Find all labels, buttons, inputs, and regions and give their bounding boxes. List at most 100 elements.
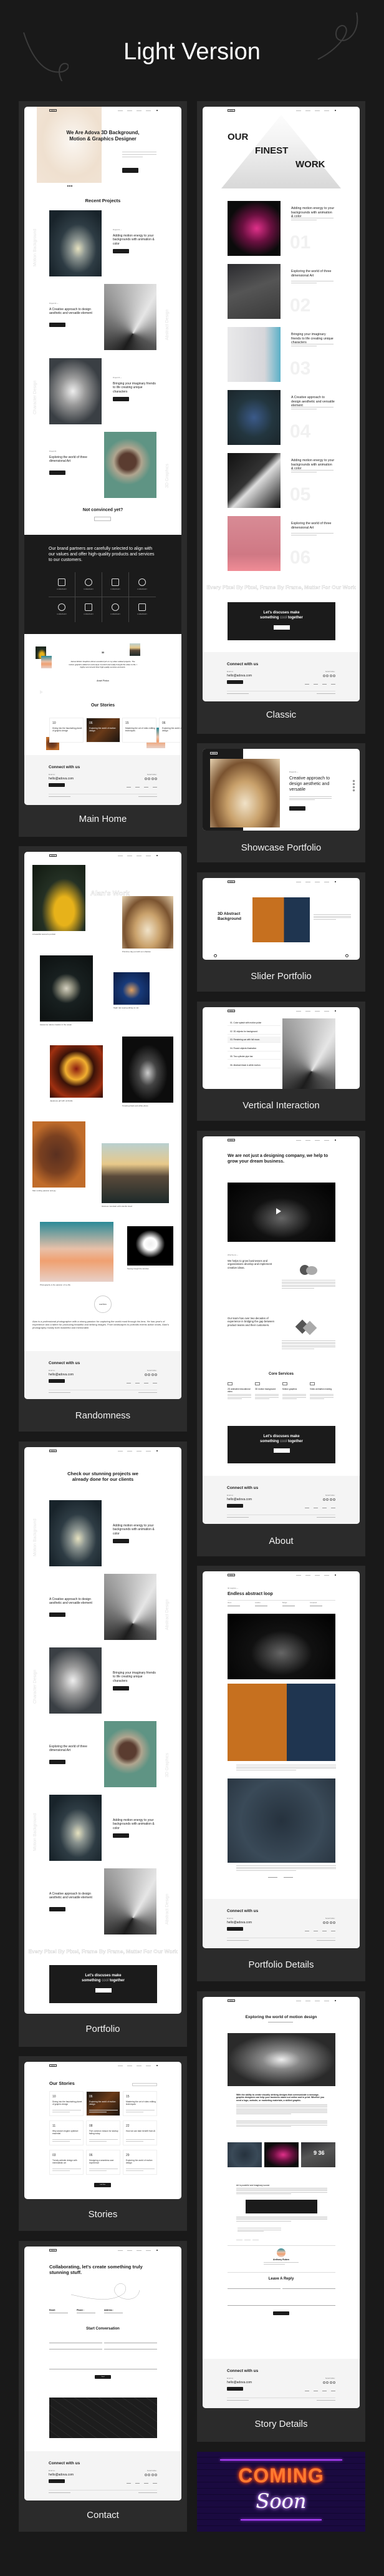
nav-menu-item[interactable] [305,110,310,111]
view-details-button[interactable] [289,806,305,811]
footer-email[interactable]: hello@adova.com [49,777,74,781]
slide-indicator[interactable] [353,789,355,791]
story-card[interactable]: 10 Diving into the fascinating planet of … [49,718,84,743]
slider-screen[interactable]: Adova 3D Abstract Background [203,878,360,960]
form-input[interactable] [104,2346,157,2349]
footer-link[interactable] [305,684,309,685]
footer-link[interactable] [322,684,327,685]
social-icon[interactable] [155,2474,157,2476]
story-card[interactable]: 08 Five common reason for startup failing… [86,2120,120,2145]
nav-menu-item[interactable] [146,110,151,111]
randomness-screen[interactable]: Adova Alan's Work A beautiful woman's port… [24,852,181,1399]
view-details-button[interactable] [49,1612,65,1617]
project-image[interactable] [104,284,156,350]
get-in-touch-button[interactable] [49,2479,65,2483]
menu-icon[interactable] [335,1574,336,1576]
social-icon[interactable] [333,2381,335,2384]
slider-label[interactable]: Slider Portfolio [197,971,365,982]
policy-links[interactable] [317,2400,335,2401]
detail-image[interactable] [228,1778,335,1863]
project-title[interactable]: Exploring the world of three dimensional… [49,1745,94,1753]
showcase-label[interactable]: Showcase Portfolio [197,842,365,853]
story-card[interactable]: 15 Mastering the art of video editing tec… [123,2091,157,2116]
gallery-photo[interactable] [102,1143,169,1203]
social-icon[interactable] [333,1498,335,1501]
social-icon[interactable] [322,675,325,677]
footer-link[interactable] [135,2483,140,2484]
slider-dot[interactable] [69,185,70,187]
load-more-button[interactable]: Load More [94,2183,111,2187]
gallery-photo[interactable] [50,1045,103,1098]
detail-image[interactable] [228,1684,335,1761]
menu-icon[interactable] [156,2065,158,2066]
tag[interactable] [244,2239,251,2241]
contact-screen[interactable]: Adova Collaborating, let's create somethi… [24,2247,181,2500]
story-details-label[interactable]: Story Details [197,2419,365,2429]
get-in-touch-button[interactable] [49,1379,65,1383]
project-title[interactable]: Exploring the world of three dimensional… [49,456,94,464]
menu-icon[interactable] [335,2000,336,2001]
story-card[interactable]: 03 Trendy website design with minimalisti… [49,2150,84,2175]
social-icon[interactable] [322,1498,325,1501]
view-details-button[interactable] [49,471,65,475]
nav-menu-item[interactable] [324,1010,329,1012]
view-details-button[interactable] [113,1833,129,1838]
project-image[interactable] [228,264,281,319]
nav-menu-item[interactable] [118,2250,123,2251]
slide-indicator[interactable] [353,783,355,785]
video-thumbnail[interactable] [228,1183,335,1242]
social-icon[interactable] [144,2474,147,2476]
view-details-button[interactable] [113,1539,129,1543]
nav-menu-item[interactable] [137,110,142,111]
slide-indicator[interactable] [353,786,355,788]
project-title[interactable]: Adding motion energy to your backgrounds… [113,1818,158,1830]
policy-links[interactable] [138,2492,157,2493]
portfolio-screen[interactable]: Adova Check our stunning projects we alre… [24,1447,181,2014]
post-comment-button[interactable] [273,2311,289,2315]
social-icon[interactable] [326,675,329,677]
project-title[interactable]: Bringing your imaginary friends to life … [113,382,158,394]
story-card[interactable]: 06 Exploring the world motion design [159,718,181,743]
next-project-link[interactable] [284,1877,293,1878]
tag[interactable] [236,2239,242,2241]
nav-menu-item[interactable] [315,1010,320,1012]
footer-email[interactable]: hello@adova.com [49,2473,74,2477]
nav-menu-item[interactable] [127,2250,132,2251]
policy-links[interactable] [317,693,335,694]
about-screen[interactable]: Adova We are not just a designing company… [203,1136,360,1524]
play-icon[interactable] [40,690,43,694]
tag[interactable] [252,2239,259,2241]
view-details-button[interactable] [113,249,129,253]
slide-image[interactable] [252,897,310,942]
nav-menu-item[interactable] [315,1139,320,1141]
gallery-photo[interactable] [32,1121,85,1188]
nav-menu-item[interactable] [146,2250,151,2251]
classic-label[interactable]: Classic [197,710,365,720]
nav-menu-item[interactable] [305,1574,310,1576]
project-title[interactable]: Exploring the world of three dimensional… [291,522,335,530]
nav-menu-item[interactable] [118,110,123,111]
play-icon[interactable] [276,1208,281,1214]
story-card[interactable]: 11 Why search engine optimize essential [49,2120,84,2145]
randomness-label[interactable]: Randomness [19,1410,187,1421]
footer-link[interactable] [127,2483,131,2484]
email-input[interactable] [282,2286,335,2289]
story-gallery-image[interactable] [228,2142,262,2167]
hero-button[interactable] [122,168,138,173]
view-details-button[interactable] [113,1686,129,1690]
name-input[interactable] [228,2286,281,2289]
menu-icon[interactable] [335,881,336,882]
nav-menu-item[interactable] [315,1574,320,1576]
nav-menu-item[interactable] [324,1139,329,1141]
nav-menu-item[interactable] [137,2250,142,2251]
project-image[interactable] [49,1500,102,1566]
footer-email[interactable]: hello@adova.com [227,674,252,678]
slider-dot[interactable] [71,185,72,187]
project-title[interactable]: A Creative approach to design aesthetic … [49,1892,94,1900]
policy-links[interactable] [138,1392,157,1393]
social-icon[interactable] [322,1921,325,1924]
policy-links[interactable] [317,1940,335,1941]
nav-menu-item[interactable] [324,110,329,111]
form-input[interactable] [104,2340,157,2343]
policy-links[interactable] [317,1517,335,1518]
